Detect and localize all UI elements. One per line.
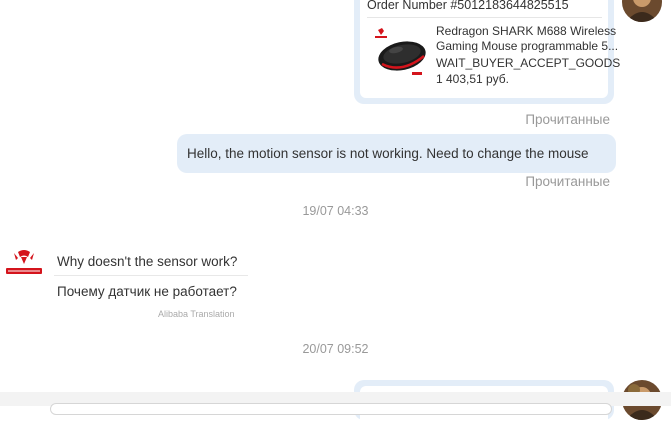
product-price: 1 403,51 руб. — [436, 72, 509, 86]
order-divider — [367, 17, 602, 18]
product-title-line-2: Gaming Mouse programmable 5... — [436, 39, 619, 53]
order-number[interactable]: Order Number #5012183644825515 — [367, 0, 607, 12]
seller-message-translation: Почему датчик не работает? — [57, 284, 237, 299]
redragon-mini-logo — [375, 28, 387, 38]
message-timestamp: 19/07 04:33 — [302, 204, 369, 218]
order-card-body[interactable]: Order Number #5012183644825515 Redragon … — [360, 0, 620, 98]
product-image[interactable] — [372, 26, 428, 82]
product-title[interactable]: Redragon SHARK M688 Wireless Gaming Mous… — [436, 24, 626, 54]
order-status: WAIT_BUYER_ACCEPT_GOODS — [436, 56, 621, 70]
outgoing-message-bubble: Hello, the motion sensor is not working.… — [177, 134, 616, 173]
redragon-logo-icon[interactable] — [4, 248, 44, 282]
seller-message-original: Why doesn't the sensor work? — [57, 254, 238, 269]
message-input[interactable] — [50, 403, 612, 415]
product-title-line-1: Redragon SHARK M688 Wireless — [436, 24, 617, 38]
read-status: Прочитанные — [525, 112, 610, 127]
order-card: Order Number #5012183644825515 Redragon … — [354, 0, 620, 104]
buyer-avatar[interactable] — [622, 0, 662, 22]
message-timestamp: 20/07 09:52 — [302, 342, 369, 356]
translation-divider — [54, 275, 248, 276]
read-status: Прочитанные — [525, 174, 610, 189]
translation-credit: Alibaba Translation — [158, 309, 235, 319]
